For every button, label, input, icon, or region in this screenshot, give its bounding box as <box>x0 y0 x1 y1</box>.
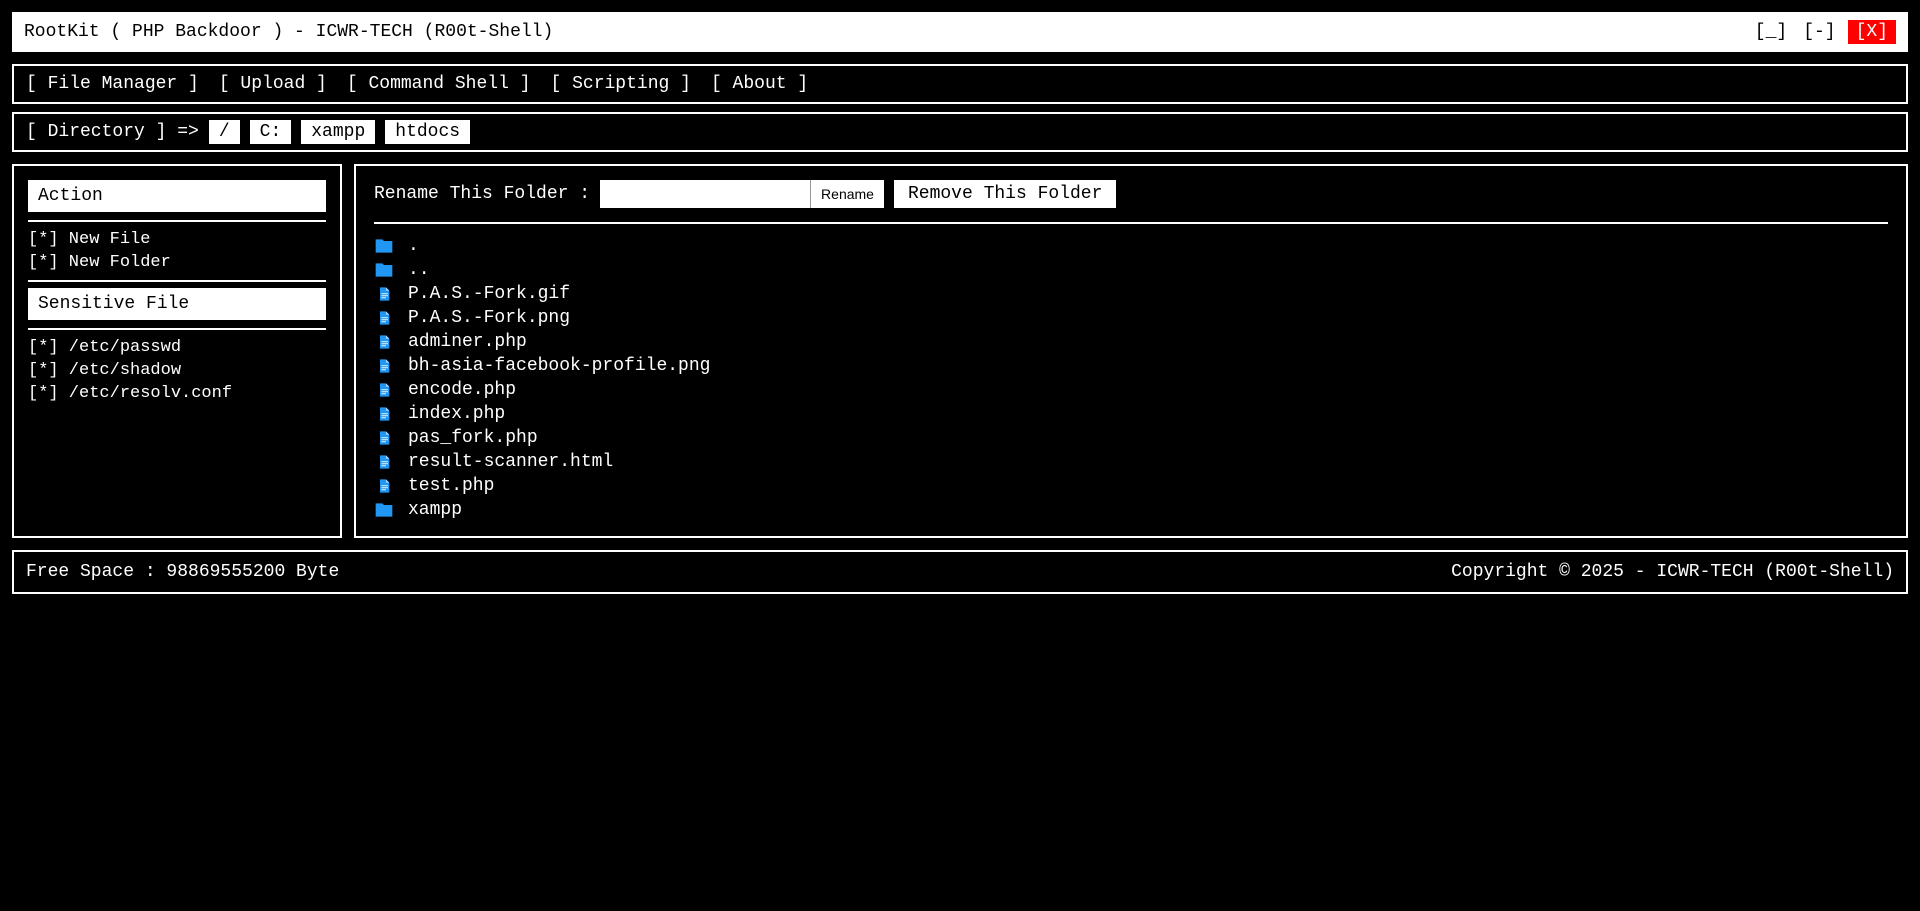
file-icon <box>374 452 394 472</box>
breadcrumb-drive[interactable]: C: <box>250 120 292 144</box>
divider <box>28 328 326 330</box>
file-icon <box>374 308 394 328</box>
copyright-label: Copyright © 2025 - ICWR-TECH (R00t-Shell… <box>1451 562 1894 582</box>
menu-command-shell[interactable]: [ Command Shell ] <box>347 74 531 94</box>
file-row[interactable]: test.php <box>374 474 1888 498</box>
free-space-label: Free Space : 98869555200 Byte <box>26 562 339 582</box>
file-row[interactable]: pas_fork.php <box>374 426 1888 450</box>
footer-bar: Free Space : 98869555200 Byte Copyright … <box>12 550 1908 594</box>
folder-icon <box>374 500 394 520</box>
folder-controls: Rename This Folder : Rename Remove This … <box>374 180 1888 208</box>
file-list: ... P.A.S.-Fork.gif P.A.S.-Fork.png adminer… <box>374 234 1888 522</box>
file-row[interactable]: . <box>374 234 1888 258</box>
menu-upload[interactable]: [ Upload ] <box>219 74 327 94</box>
file-row[interactable]: index.php <box>374 402 1888 426</box>
file-name: result-scanner.html <box>408 452 613 472</box>
file-name: .. <box>408 260 430 280</box>
file-icon <box>374 428 394 448</box>
rename-label: Rename This Folder : <box>374 184 590 204</box>
breadcrumb-xampp[interactable]: xampp <box>301 120 375 144</box>
file-name: P.A.S.-Fork.gif <box>408 284 570 304</box>
directory-label: [ Directory ] => <box>26 122 199 142</box>
file-icon <box>374 404 394 424</box>
file-name: index.php <box>408 404 505 424</box>
file-row[interactable]: .. <box>374 258 1888 282</box>
file-icon <box>374 332 394 352</box>
file-row[interactable]: result-scanner.html <box>374 450 1888 474</box>
folder-icon <box>374 236 394 256</box>
menu-file-manager[interactable]: [ File Manager ] <box>26 74 199 94</box>
file-name: adminer.php <box>408 332 527 352</box>
folder-icon <box>374 260 394 280</box>
divider <box>28 220 326 222</box>
file-row[interactable]: xampp <box>374 498 1888 522</box>
file-row[interactable]: bh-asia-facebook-profile.png <box>374 354 1888 378</box>
app-title: RootKit ( PHP Backdoor ) - ICWR-TECH (R0… <box>24 22 553 42</box>
rename-button[interactable]: Rename <box>810 180 884 208</box>
divider <box>374 222 1888 224</box>
menu-bar: [ File Manager ] [ Upload ] [ Command Sh… <box>12 64 1908 104</box>
sidebar-item-new-file[interactable]: [*] New File <box>28 228 326 251</box>
menu-scripting[interactable]: [ Scripting ] <box>551 74 691 94</box>
sidebar: Action [*] New File [*] New Folder Sensi… <box>12 164 342 538</box>
maximize-button[interactable]: [-] <box>1799 22 1839 42</box>
content-area: Action [*] New File [*] New Folder Sensi… <box>12 164 1908 538</box>
close-button[interactable]: [X] <box>1848 20 1896 44</box>
file-row[interactable]: adminer.php <box>374 330 1888 354</box>
sidebar-item-passwd[interactable]: [*] /etc/passwd <box>28 336 326 359</box>
file-name: test.php <box>408 476 494 496</box>
breadcrumb-htdocs[interactable]: htdocs <box>385 120 470 144</box>
sidebar-item-shadow[interactable]: [*] /etc/shadow <box>28 359 326 382</box>
file-name: P.A.S.-Fork.png <box>408 308 570 328</box>
file-name: . <box>408 236 419 256</box>
file-row[interactable]: P.A.S.-Fork.gif <box>374 282 1888 306</box>
remove-folder-button[interactable]: Remove This Folder <box>894 180 1116 208</box>
title-bar: RootKit ( PHP Backdoor ) - ICWR-TECH (R0… <box>12 12 1908 52</box>
file-name: bh-asia-facebook-profile.png <box>408 356 710 376</box>
file-icon <box>374 476 394 496</box>
file-name: pas_fork.php <box>408 428 538 448</box>
sidebar-header-sensitive: Sensitive File <box>28 288 326 320</box>
directory-bar: [ Directory ] => / C: xampp htdocs <box>12 112 1908 152</box>
menu-about[interactable]: [ About ] <box>711 74 808 94</box>
sidebar-item-resolv[interactable]: [*] /etc/resolv.conf <box>28 382 326 405</box>
file-icon <box>374 284 394 304</box>
file-row[interactable]: encode.php <box>374 378 1888 402</box>
window-controls: [_] [-] [X] <box>1751 20 1896 44</box>
file-name: xampp <box>408 500 462 520</box>
file-icon <box>374 380 394 400</box>
main-panel: Rename This Folder : Rename Remove This … <box>354 164 1908 538</box>
file-row[interactable]: P.A.S.-Fork.png <box>374 306 1888 330</box>
file-name: encode.php <box>408 380 516 400</box>
file-icon <box>374 356 394 376</box>
rename-input[interactable] <box>600 180 810 208</box>
breadcrumb-root[interactable]: / <box>209 120 240 144</box>
sidebar-item-new-folder[interactable]: [*] New Folder <box>28 251 326 274</box>
sidebar-header-action: Action <box>28 180 326 212</box>
divider <box>28 280 326 282</box>
minimize-button[interactable]: [_] <box>1751 22 1791 42</box>
